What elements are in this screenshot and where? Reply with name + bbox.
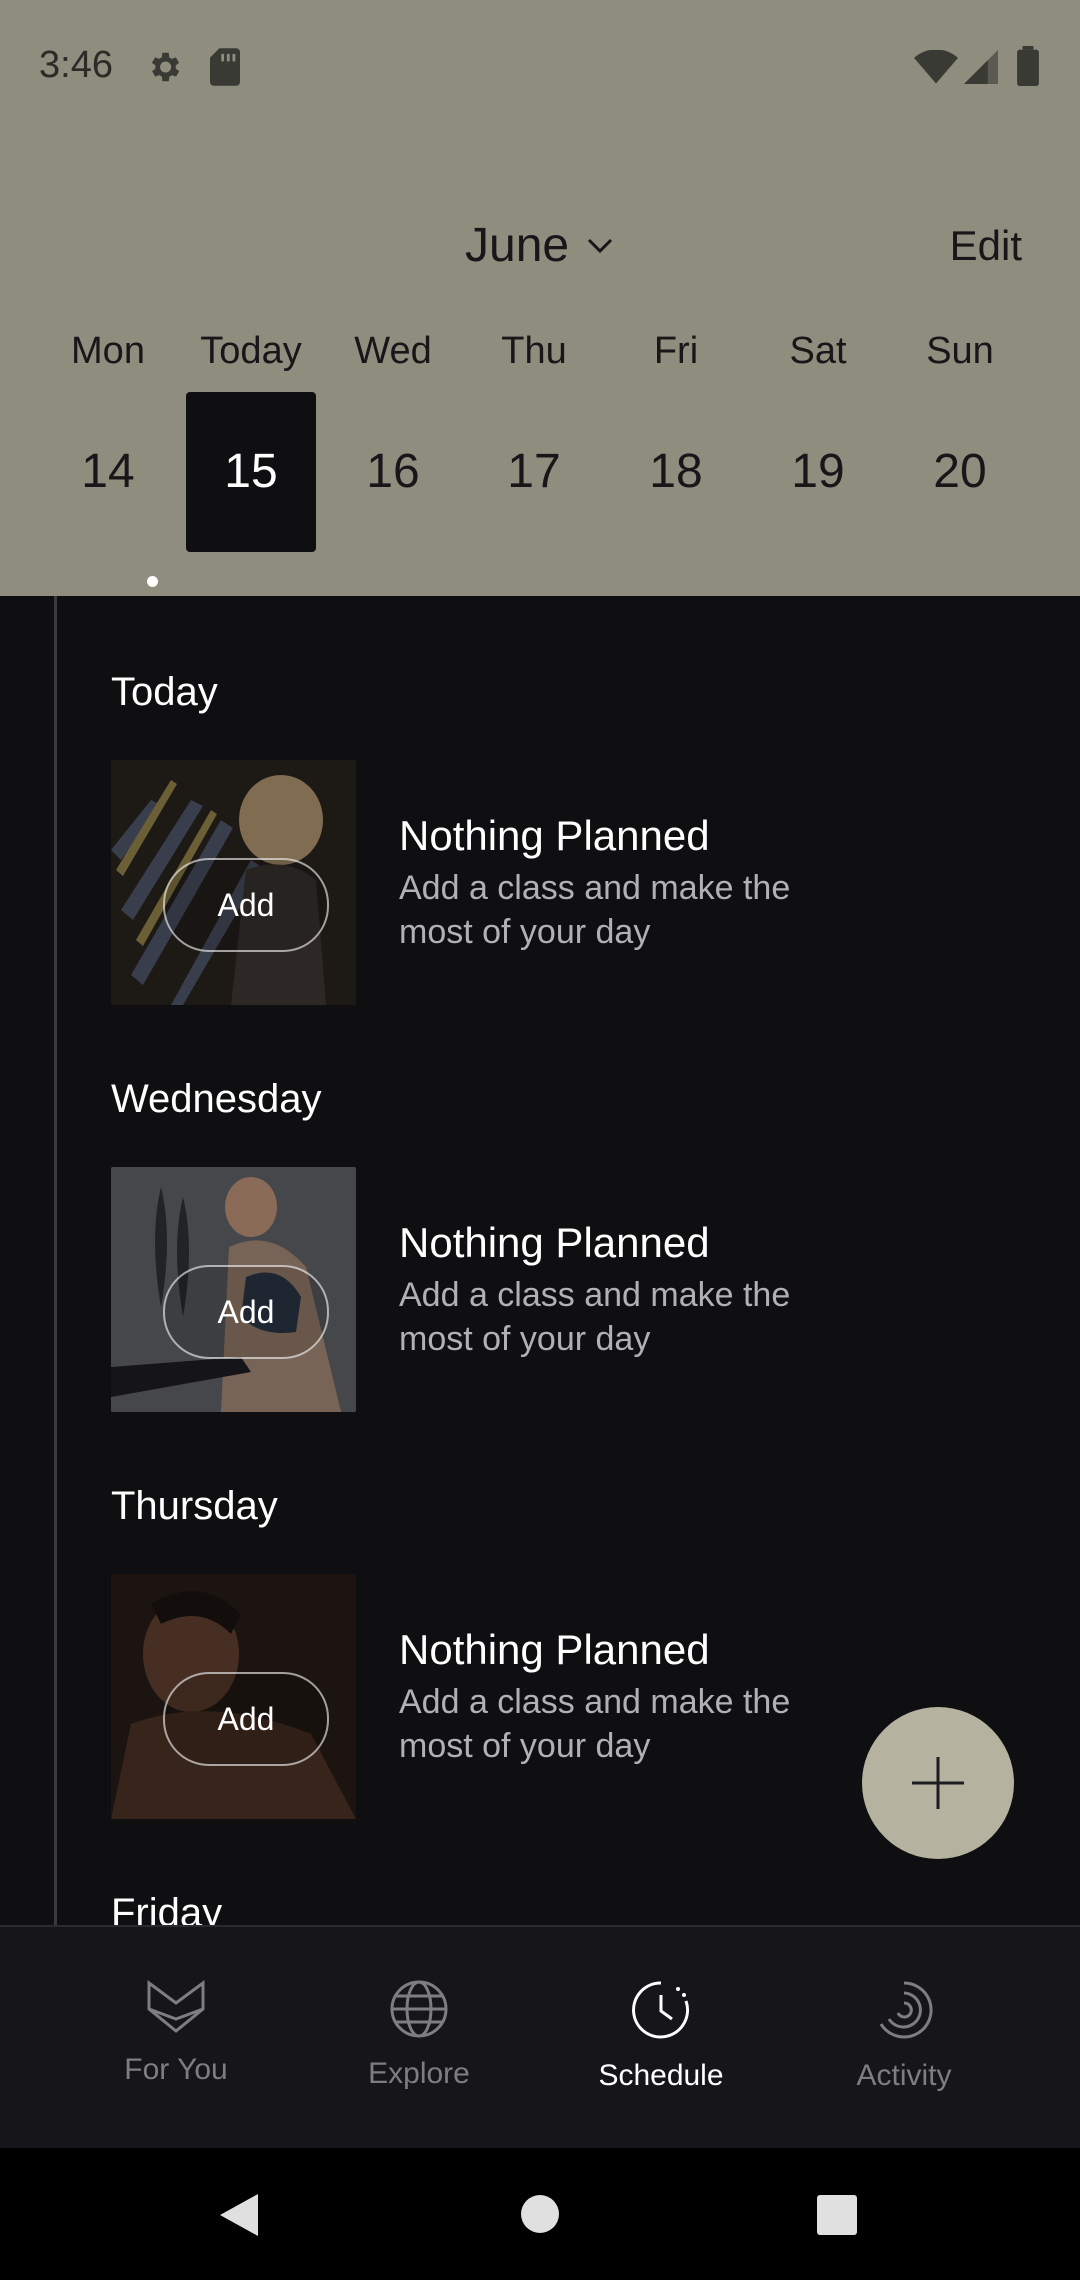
signal-icon bbox=[964, 50, 998, 84]
nothing-planned-desc: Add a class and make the most of your da… bbox=[399, 1276, 791, 1358]
nav-label: Activity bbox=[856, 2059, 952, 2092]
calendar-header: 3:46 June Edit Mon Today Wed Thu Fri Sat bbox=[0, 0, 1080, 596]
day-name-wed: Wed bbox=[354, 330, 432, 372]
day-17[interactable]: 17 bbox=[469, 392, 599, 552]
heart-check-icon bbox=[147, 1980, 205, 2033]
status-bar: 3:46 bbox=[0, 0, 1080, 140]
nothing-planned-desc: Add a class and make the most of your da… bbox=[399, 1683, 791, 1765]
add-class-button[interactable]: Add bbox=[163, 858, 329, 952]
nothing-planned-title: Nothing Planned bbox=[399, 1626, 710, 1673]
add-class-button[interactable]: Add bbox=[163, 1265, 329, 1359]
add-class-button[interactable]: Add bbox=[163, 1672, 329, 1766]
nothing-planned-title: Nothing Planned bbox=[399, 1219, 710, 1266]
day-number: 18 bbox=[649, 445, 703, 498]
class-card-thursday[interactable]: Add bbox=[111, 1574, 356, 1819]
section-title-thursday: Thursday bbox=[111, 1484, 278, 1528]
day-20[interactable]: 20 bbox=[895, 392, 1025, 552]
status-time: 3:46 bbox=[39, 44, 113, 86]
home-icon[interactable] bbox=[520, 2194, 560, 2234]
day-number: 14 bbox=[81, 445, 135, 498]
day-14[interactable]: 14 bbox=[43, 392, 173, 587]
system-navigation-bar bbox=[0, 2148, 1080, 2280]
day-15-selected[interactable]: 15 bbox=[186, 392, 316, 552]
day-19[interactable]: 19 bbox=[753, 392, 883, 552]
section-title-wednesday: Wednesday bbox=[111, 1077, 322, 1121]
class-card-today[interactable]: Add bbox=[111, 760, 356, 1005]
nav-activity[interactable]: Activity bbox=[794, 1979, 1014, 2093]
gear-icon bbox=[151, 52, 180, 82]
back-icon[interactable] bbox=[218, 2192, 260, 2238]
day-name-today: Today bbox=[200, 330, 302, 372]
scheduled-dot bbox=[147, 576, 158, 587]
section-title-today: Today bbox=[111, 670, 218, 714]
nav-schedule[interactable]: Schedule bbox=[551, 1979, 771, 2093]
day-number: 19 bbox=[791, 445, 845, 498]
add-fab-button[interactable] bbox=[862, 1707, 1014, 1859]
chevron-down-icon bbox=[588, 238, 613, 253]
day-number: 20 bbox=[933, 445, 987, 498]
month-label: June bbox=[465, 219, 570, 272]
nav-explore[interactable]: Explore bbox=[309, 1979, 529, 2091]
day-18[interactable]: 18 bbox=[611, 392, 741, 552]
nav-label: Schedule bbox=[598, 2059, 724, 2092]
day-name-mon: Mon bbox=[71, 330, 145, 372]
globe-icon bbox=[390, 1980, 448, 2038]
nav-label: For You bbox=[124, 2053, 228, 2086]
timeline-line bbox=[54, 596, 57, 1926]
class-card-wednesday[interactable]: Add bbox=[111, 1167, 356, 1412]
plus-icon bbox=[912, 1757, 964, 1809]
day-name-fri: Fri bbox=[653, 330, 699, 372]
day-16[interactable]: 16 bbox=[328, 392, 458, 552]
clock-icon bbox=[632, 1981, 690, 2039]
day-name-sun: Sun bbox=[926, 330, 994, 372]
nav-for-you[interactable]: For You bbox=[66, 1979, 286, 2087]
day-number: 16 bbox=[366, 445, 420, 498]
month-selector[interactable]: June bbox=[465, 218, 613, 273]
activity-rings-icon bbox=[879, 1981, 933, 2039]
day-number: 17 bbox=[507, 445, 561, 498]
sd-card-icon bbox=[210, 48, 240, 86]
recents-icon[interactable] bbox=[817, 2195, 857, 2235]
day-name-thu: Thu bbox=[501, 330, 567, 372]
nothing-planned-title: Nothing Planned bbox=[399, 812, 710, 859]
wifi-icon bbox=[914, 50, 958, 84]
day-name-sat: Sat bbox=[789, 330, 847, 372]
edit-button[interactable]: Edit bbox=[950, 222, 1022, 270]
nothing-planned-desc: Add a class and make the most of your da… bbox=[399, 869, 791, 951]
bottom-navigation: For You Explore Schedule Activity bbox=[0, 1925, 1080, 2150]
battery-icon bbox=[1017, 46, 1039, 86]
day-number: 15 bbox=[224, 445, 278, 498]
nav-label: Explore bbox=[368, 2057, 470, 2090]
